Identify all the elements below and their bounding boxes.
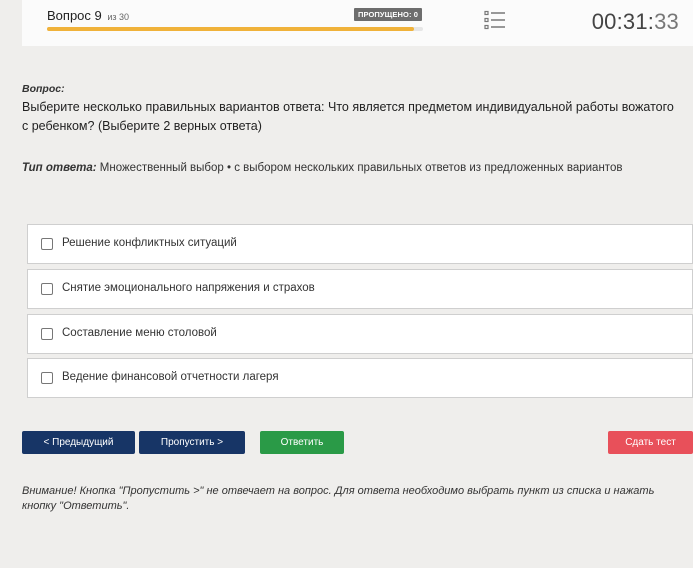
skip-button[interactable]: Пропустить >	[139, 431, 245, 454]
timer: 00:31:33	[592, 9, 679, 35]
previous-button[interactable]: < Предыдущий	[22, 431, 135, 454]
answer-option-label: Снятие эмоционального напряжения и страх…	[62, 282, 315, 294]
question-total: из 30	[107, 12, 130, 22]
skipped-badge: ПРОПУЩЕНО: 0	[354, 8, 423, 21]
answer-button[interactable]: Ответить	[260, 431, 344, 454]
question-text: Выберите несколько правильных вариантов …	[22, 100, 674, 133]
top-bar: Вопрос 9 из 30 ПРОПУЩЕНО: 0 00:31:33	[22, 0, 693, 46]
notice-text: Внимание! Кнопка "Пропустить >" не отвеч…	[22, 485, 655, 512]
answer-option-label: Ведение финансовой отчетности лагеря	[62, 371, 279, 383]
question-list-icon[interactable]	[484, 10, 506, 30]
answer-type-value: Множественный выбор • с выбором нескольк…	[99, 162, 623, 174]
answer-option-label: Составление меню столовой	[62, 327, 217, 339]
answer-type: Тип ответа: Множественный выбор • с выбо…	[22, 162, 622, 174]
answer-option-label: Решение конфликтных ситуаций	[62, 237, 237, 249]
answer-option[interactable]: Ведение финансовой отчетности лагеря	[27, 358, 693, 398]
timer-main: 00:31:	[591, 9, 655, 34]
checkbox[interactable]	[41, 283, 53, 295]
answer-type-label: Тип ответа:	[22, 162, 97, 174]
checkbox[interactable]	[41, 238, 53, 250]
progress-bar	[47, 27, 423, 31]
answer-option[interactable]: Решение конфликтных ситуаций	[27, 224, 693, 264]
answer-option[interactable]: Снятие эмоционального напряжения и страх…	[27, 269, 693, 309]
timer-seconds: 33	[654, 9, 679, 34]
checkbox[interactable]	[41, 372, 53, 384]
question-number: Вопрос 9	[47, 8, 102, 23]
question-counter: Вопрос 9 из 30	[47, 8, 129, 23]
checkbox[interactable]	[41, 328, 53, 340]
question-label: Вопрос:	[22, 83, 65, 95]
progress-fill	[47, 27, 414, 31]
finish-test-button[interactable]: Сдать тест	[608, 431, 693, 454]
answer-option[interactable]: Составление меню столовой	[27, 314, 693, 354]
